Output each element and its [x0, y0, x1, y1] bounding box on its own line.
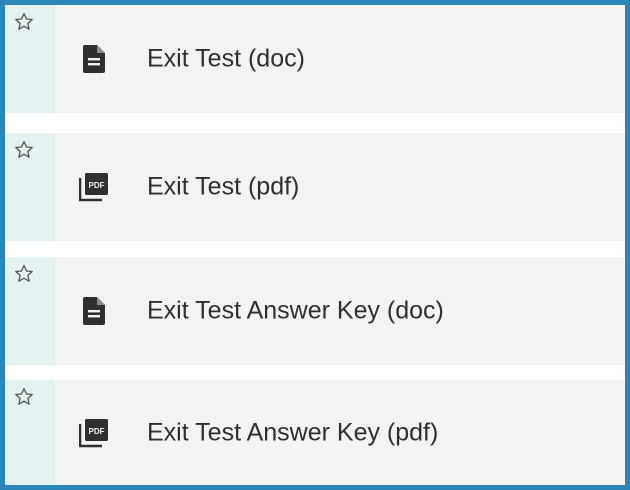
document-icon — [79, 294, 109, 328]
list-item[interactable]: Exit Test Answer Key (doc) — [5, 257, 625, 365]
resource-link[interactable]: Exit Test Answer Key (doc) — [55, 257, 625, 365]
favorite-cell — [5, 133, 55, 241]
pdf-icon-text: PDF — [89, 427, 105, 436]
star-outline-icon[interactable] — [13, 263, 35, 285]
star-outline-icon[interactable] — [13, 139, 35, 161]
resource-label: Exit Test Answer Key (pdf) — [147, 418, 439, 446]
resource-link[interactable]: Exit Test (doc) — [55, 5, 625, 113]
pdf-icon: PDF — [79, 416, 109, 450]
resource-label: Exit Test (doc) — [147, 44, 305, 73]
pdf-icon: PDF — [79, 170, 109, 204]
list-item[interactable]: Exit Test (doc) — [5, 5, 625, 113]
pdf-icon-text: PDF — [89, 181, 105, 190]
favorite-cell — [5, 380, 55, 485]
favorite-cell — [5, 5, 55, 113]
document-icon — [79, 42, 109, 76]
resource-list-frame: Exit Test (doc) PDF Exit Test (pdf) Exit… — [0, 0, 630, 490]
resource-label: Exit Test Answer Key (doc) — [147, 296, 444, 325]
favorite-cell — [5, 257, 55, 365]
resource-list: Exit Test (doc) PDF Exit Test (pdf) Exit… — [5, 5, 625, 485]
resource-label: Exit Test (pdf) — [147, 172, 300, 201]
list-item[interactable]: PDF Exit Test (pdf) — [5, 133, 625, 241]
star-outline-icon[interactable] — [13, 11, 35, 33]
list-item[interactable]: PDF Exit Test Answer Key (pdf) — [5, 380, 625, 485]
resource-link[interactable]: PDF Exit Test (pdf) — [55, 133, 625, 241]
star-outline-icon[interactable] — [13, 386, 35, 408]
resource-link[interactable]: PDF Exit Test Answer Key (pdf) — [55, 380, 625, 485]
